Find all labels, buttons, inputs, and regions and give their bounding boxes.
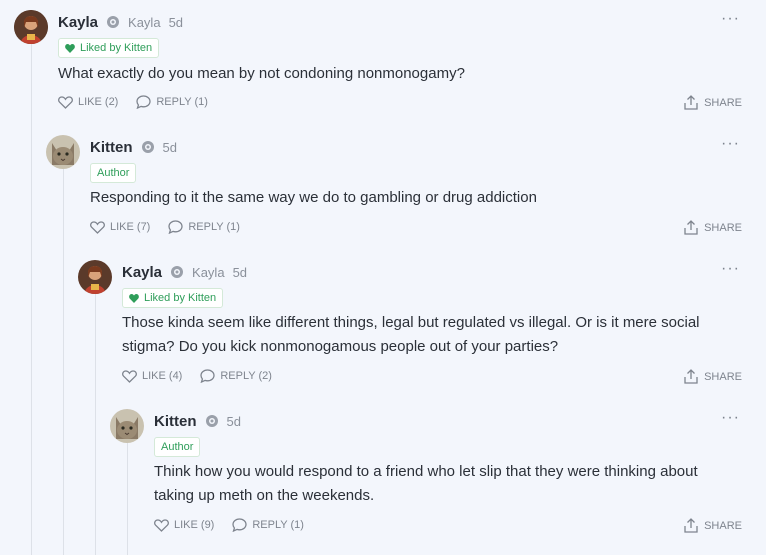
timestamp[interactable]: 5d <box>233 265 247 280</box>
share-button[interactable]: SHARE <box>684 95 742 110</box>
avatar[interactable] <box>14 10 48 44</box>
reply-label: REPLY (1) <box>156 96 208 108</box>
more-options-icon[interactable]: ··· <box>721 135 740 153</box>
share-label: SHARE <box>704 519 742 532</box>
author-badge: Author <box>154 437 201 457</box>
comment-body: Think how you would respond to a friend … <box>154 463 698 504</box>
timestamp[interactable]: 5d <box>163 140 177 155</box>
heart-outline-icon <box>58 95 73 109</box>
reply-label: REPLY (1) <box>252 519 304 531</box>
like-button[interactable]: LIKE (9) <box>154 518 215 532</box>
author-label: Author <box>161 441 194 453</box>
share-label: SHARE <box>704 370 742 383</box>
heart-icon <box>129 293 139 303</box>
share-icon <box>684 220 698 235</box>
author-name[interactable]: Kitten <box>90 139 133 156</box>
speech-bubble-icon <box>232 518 248 532</box>
liked-by-label: Liked by Kitten <box>144 292 217 304</box>
share-label: SHARE <box>704 221 742 234</box>
share-button[interactable]: SHARE <box>684 369 742 384</box>
reply-label: REPLY (1) <box>188 221 240 233</box>
share-button[interactable]: SHARE <box>684 220 742 235</box>
heart-outline-icon <box>154 518 169 532</box>
liked-by-label: Liked by Kitten <box>80 42 153 54</box>
author-name[interactable]: Kitten <box>154 413 197 430</box>
comment-body: Those kinda seem like different things, … <box>122 314 700 355</box>
share-button[interactable]: SHARE <box>684 518 742 533</box>
like-label: LIKE (9) <box>174 519 215 531</box>
avatar[interactable] <box>78 260 112 294</box>
author-name[interactable]: Kayla <box>122 264 162 281</box>
share-icon <box>684 95 698 110</box>
avatar[interactable] <box>46 135 80 169</box>
reply-label: REPLY (2) <box>220 370 272 382</box>
subscriber-badge-icon <box>106 15 120 29</box>
more-options-icon[interactable]: ··· <box>721 10 740 28</box>
reply-button[interactable]: REPLY (2) <box>200 369 272 383</box>
share-icon <box>684 369 698 384</box>
comment-body: Responding to it the same way we do to g… <box>90 189 537 206</box>
more-options-icon[interactable]: ··· <box>721 409 740 427</box>
reply-button[interactable]: REPLY (1) <box>136 95 208 109</box>
like-label: LIKE (7) <box>110 221 151 233</box>
author-badge: Author <box>90 163 137 183</box>
comment: Kitten 5d ··· Author Think how you would… <box>110 399 766 555</box>
like-button[interactable]: LIKE (2) <box>58 95 119 109</box>
timestamp[interactable]: 5d <box>169 15 183 30</box>
author-name[interactable]: Kayla <box>58 14 98 31</box>
heart-outline-icon <box>90 220 105 234</box>
author-handle[interactable]: Kayla <box>128 15 161 30</box>
liked-by-badge: Liked by Kitten <box>122 288 224 308</box>
speech-bubble-icon <box>200 369 216 383</box>
like-label: LIKE (4) <box>142 370 183 382</box>
comment: Kitten 5d ··· Author Responding to it th… <box>46 125 766 250</box>
like-button[interactable]: LIKE (4) <box>122 369 183 383</box>
author-handle[interactable]: Kayla <box>192 265 225 280</box>
comment: Kayla Kayla 5d ··· Liked by Kitten Those… <box>78 250 766 400</box>
speech-bubble-icon <box>136 95 152 109</box>
avatar[interactable] <box>110 409 144 443</box>
more-options-icon[interactable]: ··· <box>721 260 740 278</box>
timestamp[interactable]: 5d <box>227 414 241 429</box>
comment: Kayla Kayla 5d ··· Liked by Kitten What … <box>14 0 766 125</box>
like-button[interactable]: LIKE (7) <box>90 220 151 234</box>
share-icon <box>684 518 698 533</box>
heart-outline-icon <box>122 369 137 383</box>
speech-bubble-icon <box>168 220 184 234</box>
liked-by-badge: Liked by Kitten <box>58 38 160 58</box>
comment-body: What exactly do you mean by not condonin… <box>58 65 465 82</box>
share-label: SHARE <box>704 96 742 109</box>
reply-button[interactable]: REPLY (1) <box>168 220 240 234</box>
subscriber-badge-icon <box>170 265 184 279</box>
like-label: LIKE (2) <box>78 96 119 108</box>
heart-icon <box>65 43 75 53</box>
reply-button[interactable]: REPLY (1) <box>232 518 304 532</box>
subscriber-badge-icon <box>141 140 155 154</box>
comment-thread: Kayla Kayla 5d ··· Liked by Kitten What … <box>0 0 766 555</box>
author-label: Author <box>97 167 130 179</box>
subscriber-badge-icon <box>205 414 219 428</box>
